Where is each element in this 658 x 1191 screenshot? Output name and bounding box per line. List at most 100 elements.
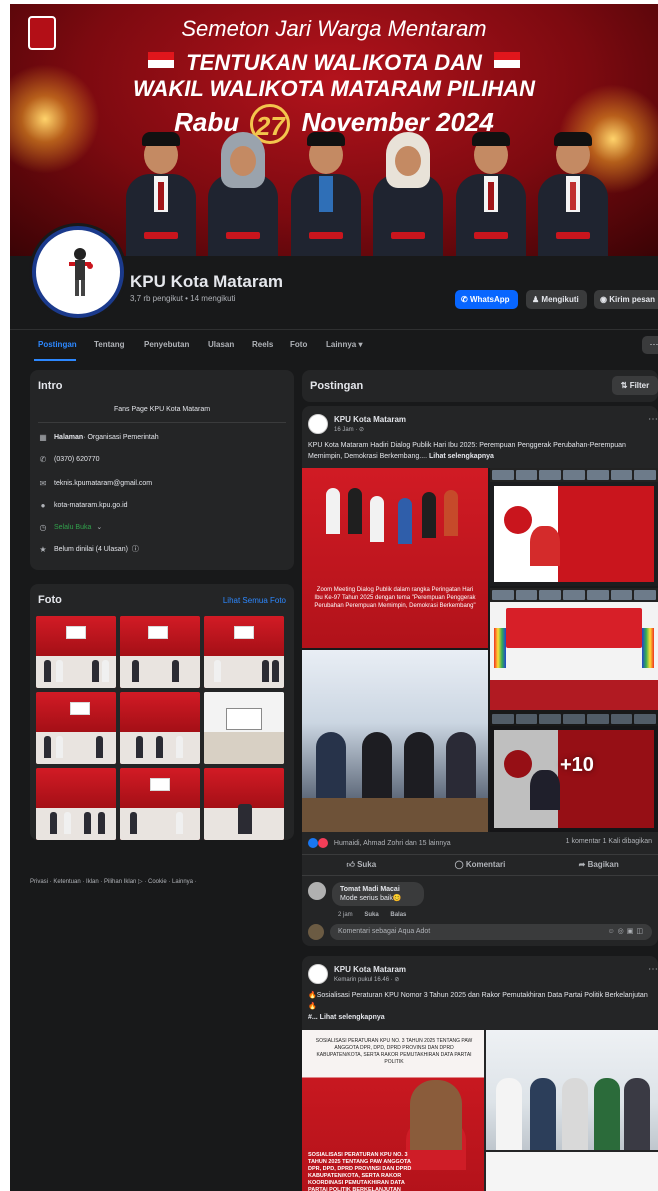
post-time[interactable]: Kemarin pukul 16.46 · ⊘ — [334, 976, 399, 983]
see-more-link[interactable]: #... Lihat selengkapnya — [308, 1014, 385, 1021]
photo-grid — [36, 616, 288, 840]
author-avatar[interactable] — [308, 414, 328, 434]
photos-card: Foto Lihat Semua Foto — [30, 584, 294, 840]
intro-rating: ★ Belum dinilai (4 Ulasan) ⓘ — [38, 544, 139, 554]
hours-value: Selalu Buka — [54, 523, 92, 531]
whatsapp-button[interactable]: ✆ WhatsApp — [455, 290, 518, 309]
phone-icon: ✆ — [39, 454, 47, 464]
intro-website[interactable]: ● kota-mataram.kpu.go.id — [38, 500, 128, 510]
intro-hours[interactable]: ◷ Selalu Buka ⌄ — [38, 522, 103, 532]
share-label: Bagikan — [587, 860, 619, 869]
person — [369, 132, 447, 256]
commenter-avatar[interactable] — [308, 882, 326, 900]
thumbs-up-icon: 👍︎ — [346, 860, 358, 869]
tab-posts[interactable]: Postingan — [38, 340, 77, 349]
chevron-down-icon: ⌄ — [96, 524, 103, 531]
see-all-photos-link[interactable]: Lihat Semua Foto — [223, 596, 286, 605]
cover-headline-2: WAKIL WALIKOTA MATARAM PILIHAN — [132, 76, 536, 101]
post-text: KPU Kota Mataram Hadiri Dialog Publik Ha… — [308, 440, 648, 462]
comment-tools-icons[interactable]: ☺◎▣◫ — [608, 924, 646, 940]
intro-email[interactable]: ✉ teknis.kpumataram@gmail.com — [38, 478, 153, 488]
post-image[interactable] — [302, 650, 488, 832]
post-image[interactable] — [486, 1152, 658, 1191]
image-header-text: SOSIALISASI PERATURAN KPU NO. 3 TAHUN 20… — [315, 1038, 473, 1065]
photo-thumbnail[interactable] — [120, 692, 200, 764]
comment-like-link[interactable]: Suka — [364, 912, 378, 918]
post-time[interactable]: 16 Jam · ⊘ — [334, 426, 364, 433]
photo-thumbnail[interactable] — [204, 768, 284, 840]
comment-time[interactable]: 2 jam — [338, 912, 353, 918]
photo-thumbnail[interactable] — [36, 768, 116, 840]
posts-header: Postingan ⇅ Filter — [302, 370, 658, 402]
page-stats[interactable]: 3,7 rb pengikut • 14 mengikuti — [130, 294, 236, 303]
comment-share-counts[interactable]: 1 komentar 1 Kali dibagikan — [566, 838, 652, 845]
tab-more[interactable]: Lainnya ▾ — [326, 340, 362, 349]
post-options-icon[interactable]: ⋯ — [648, 964, 658, 975]
photo-thumbnail[interactable] — [36, 616, 116, 688]
message-button[interactable]: ◉ Kirim pesan — [594, 290, 658, 309]
author-avatar[interactable] — [308, 964, 328, 984]
post-image[interactable] — [486, 1030, 658, 1150]
whatsapp-icon: ✆ — [461, 295, 470, 304]
post-image[interactable]: Zoom Meeting Dialog Publik dalam rangka … — [302, 468, 488, 648]
posts-title: Postingan — [310, 380, 364, 392]
post-author[interactable]: KPU Kota Mataram — [334, 415, 406, 424]
post-author[interactable]: KPU Kota Mataram — [334, 965, 406, 974]
person — [534, 132, 612, 256]
user-check-icon: ♟ — [532, 295, 542, 304]
comment-meta: 2 jam Suka Balas — [338, 912, 406, 918]
filter-button[interactable]: ⇅ Filter — [612, 376, 658, 395]
share-button[interactable]: ➦ Bagikan — [539, 855, 658, 875]
info-circle-icon[interactable]: ⓘ — [132, 544, 139, 554]
share-icon: ➦ — [578, 860, 588, 869]
see-more-link[interactable]: Lihat selengkapnya — [429, 453, 494, 460]
photo-thumbnail[interactable] — [204, 692, 284, 764]
intro-title: Intro — [38, 380, 63, 392]
comment-label: Komentari — [465, 860, 506, 869]
reactions-summary[interactable]: Humaidi, Ahmad Zohri dan 15 lainnya 1 ko… — [308, 838, 652, 848]
star-icon: ★ — [39, 544, 47, 554]
photo-thumbnail[interactable] — [120, 616, 200, 688]
photo-thumbnail[interactable] — [36, 692, 116, 764]
tab-reviews[interactable]: Ulasan — [208, 340, 234, 349]
comment-button[interactable]: ◯ Komentari — [421, 855, 540, 875]
comment-input[interactable]: Komentari sebagai Aqua Adot ☺◎▣◫ — [330, 924, 652, 940]
cover-photo[interactable]: Semeton Jari Warga Mentaram TENTUKAN WAL… — [10, 4, 658, 256]
like-label: Suka — [357, 860, 377, 869]
tab-reels[interactable]: Reels — [252, 340, 273, 349]
like-button[interactable]: 👍︎ Suka — [302, 855, 421, 875]
more-options-button[interactable]: ⋯ — [642, 336, 658, 354]
post-image[interactable]: SOSIALISASI PERATURAN KPU NO. 3 TAHUN 20… — [302, 1030, 484, 1191]
viewer-avatar — [308, 924, 324, 940]
clock-icon: ◷ — [39, 522, 47, 532]
post-image-grid: SOSIALISASI PERATURAN KPU NO. 3 TAHUN 20… — [302, 1030, 658, 1191]
post-options-icon[interactable]: ⋯ — [648, 414, 658, 425]
tab-photos[interactable]: Foto — [290, 340, 307, 349]
intro-phone[interactable]: ✆ (0370) 620770 — [38, 454, 100, 464]
message-label: Kirim pesan — [609, 295, 655, 304]
following-button[interactable]: ♟ Mengikuti — [526, 290, 587, 309]
footer-links[interactable]: Privasi · Ketentuan · Iklan · Pilihan Ik… — [30, 878, 290, 885]
person — [287, 132, 365, 256]
post-text-body: 🔥Sosialisasi Peraturan KPU Nomor 3 Tahun… — [308, 992, 648, 1010]
comment-author[interactable]: Tomat Madi Macai — [340, 886, 416, 893]
intro-card: Intro Fans Page KPU Kota Mataram ▦ Halam… — [30, 370, 294, 570]
post-image[interactable] — [490, 468, 658, 586]
cover-headline-1: TENTUKAN WALIKOTA DAN — [186, 50, 482, 75]
tab-mentions[interactable]: Penyebutan — [144, 340, 189, 349]
post-image[interactable] — [490, 588, 658, 710]
love-reaction-icon — [317, 838, 328, 848]
profile-picture[interactable] — [32, 226, 124, 318]
phone-value: (0370) 620770 — [54, 455, 100, 463]
post-image-more[interactable]: +10 — [490, 712, 658, 832]
more-photos-count: +10 — [560, 754, 594, 776]
comment-text: Mode serius baik😊 — [340, 895, 402, 902]
commissioners-group — [122, 132, 612, 256]
post-actions: 👍︎ Suka ◯ Komentari ➦ Bagikan — [302, 854, 658, 876]
photo-thumbnail[interactable] — [204, 616, 284, 688]
photos-title: Foto — [38, 594, 62, 606]
tab-about[interactable]: Tentang — [94, 340, 125, 349]
comment-reply-link[interactable]: Balas — [390, 912, 406, 918]
photo-thumbnail[interactable] — [120, 768, 200, 840]
website-value: kota-mataram.kpu.go.id — [54, 501, 128, 509]
